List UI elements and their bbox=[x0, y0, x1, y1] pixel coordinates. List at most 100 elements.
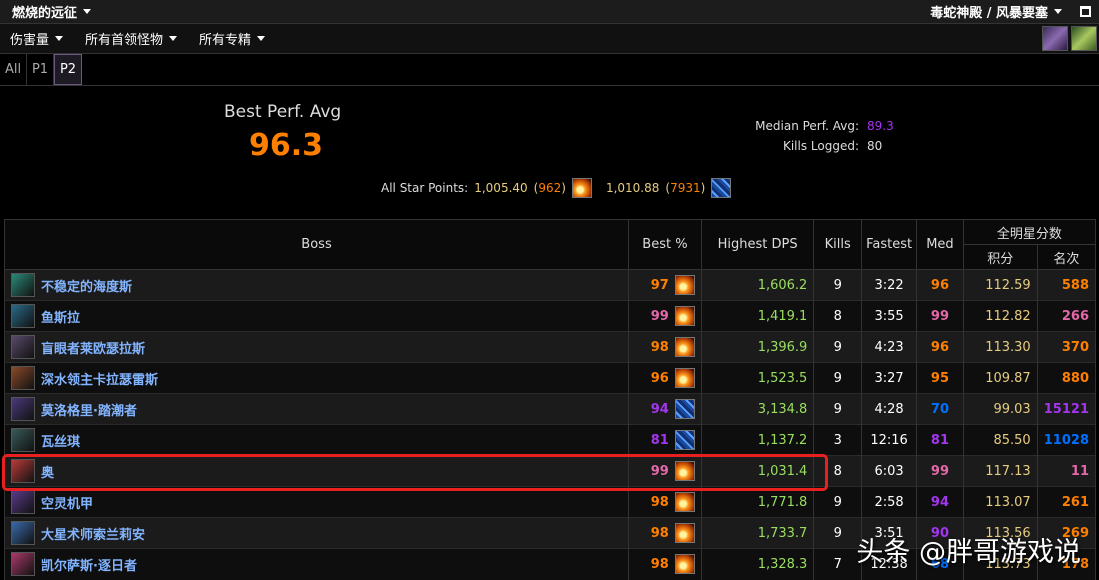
boss-name-link[interactable]: 深水领主卡拉瑟雷斯 bbox=[41, 369, 158, 388]
kills-count: 3 bbox=[813, 424, 863, 456]
allstar-points: 109.87 bbox=[962, 362, 1038, 394]
table-row[interactable]: 不稳定的海度斯 97 1,606.2 9 3:22 96 112.59 588 bbox=[3, 269, 1097, 301]
col-fastest[interactable]: Fastest bbox=[861, 219, 918, 270]
median-percent: 96 bbox=[916, 269, 964, 301]
boss-cell: 不稳定的海度斯 bbox=[3, 269, 630, 301]
median-percent: 94 bbox=[916, 486, 964, 518]
metric-filter[interactable]: 伤害量 bbox=[10, 29, 64, 48]
boss-name-link[interactable]: 大星术师索兰莉安 bbox=[41, 524, 145, 543]
key-icon[interactable] bbox=[1071, 26, 1097, 51]
col-kills[interactable]: Kills bbox=[813, 219, 863, 270]
fire-spec-icon bbox=[674, 368, 695, 388]
best-percent: 98 bbox=[650, 556, 669, 572]
table-row[interactable]: 莫洛格里·踏潮者 94 3,134.8 9 4:28 70 99.03 15121 bbox=[3, 393, 1097, 425]
table-row[interactable]: 空灵机甲 98 1,771.8 9 2:58 94 113.07 261 bbox=[3, 486, 1097, 518]
highest-dps: 1,419.1 bbox=[700, 300, 815, 332]
frost-spec-icon bbox=[674, 399, 695, 419]
table-row[interactable]: 鱼斯拉 99 1,419.1 8 3:55 99 112.82 266 bbox=[3, 300, 1097, 332]
col-rank[interactable]: 名次 bbox=[1036, 244, 1097, 270]
fastest-time: 12:16 bbox=[861, 424, 918, 456]
boss-cell: 大星术师索兰莉安 bbox=[3, 517, 630, 549]
class-icon[interactable] bbox=[1042, 26, 1068, 51]
boss-name-link[interactable]: 不稳定的海度斯 bbox=[41, 276, 132, 295]
kills-count: 9 bbox=[813, 269, 863, 301]
top-bar: 燃烧的远征 毒蛇神殿 / 风暴要塞 bbox=[0, 0, 1099, 24]
best-perf-value: 96.3 bbox=[249, 128, 324, 163]
table-row[interactable]: 瓦丝琪 81 1,137.2 3 12:16 81 85.50 11028 bbox=[3, 424, 1097, 456]
star1-rank: 962 bbox=[538, 181, 562, 195]
allstar-points: 112.59 bbox=[962, 269, 1038, 301]
table-row[interactable]: 深水领主卡拉瑟雷斯 96 1,523.5 9 3:27 95 109.87 880 bbox=[3, 362, 1097, 394]
kills-label: Kills Logged: bbox=[782, 139, 859, 153]
boss-name-link[interactable]: 凯尔萨斯·逐日者 bbox=[41, 555, 137, 574]
raid-selector[interactable]: 毒蛇神殿 / 风暴要塞 bbox=[930, 2, 1062, 21]
highest-dps: 1,328.3 bbox=[700, 548, 815, 580]
fire-spec-icon bbox=[674, 492, 695, 512]
col-allstar: 全明星分数 bbox=[962, 219, 1097, 245]
best-percent: 96 bbox=[650, 370, 669, 386]
kills-value: 80 bbox=[867, 139, 883, 153]
maximize-icon[interactable] bbox=[1080, 6, 1091, 17]
tab-p2[interactable]: P2 bbox=[54, 54, 82, 85]
col-dps[interactable]: Highest DPS bbox=[700, 219, 815, 270]
median-percent: 70 bbox=[916, 393, 964, 425]
fire-spec-icon bbox=[674, 523, 695, 543]
star1-points: 1,005.40 bbox=[474, 181, 528, 195]
highest-dps: 1,606.2 bbox=[700, 269, 815, 301]
allstar-rank: 11028 bbox=[1036, 424, 1097, 456]
all-star-points: All Star Points: 1,005.40 (962) 1,010.88… bbox=[381, 178, 732, 198]
median-value: 89.3 bbox=[867, 119, 894, 133]
median-percent: 81 bbox=[916, 424, 964, 456]
kills-count: 9 bbox=[813, 517, 863, 549]
best-perf-label: Best Perf. Avg bbox=[224, 102, 342, 122]
median-percent: 99 bbox=[916, 300, 964, 332]
fire-spec-icon bbox=[571, 178, 592, 198]
boss-filter-label: 所有首领怪物 bbox=[85, 33, 164, 48]
star-label: All Star Points: bbox=[381, 181, 469, 195]
boss-name-link[interactable]: 莫洛格里·踏潮者 bbox=[41, 400, 137, 419]
fire-spec-icon bbox=[674, 275, 695, 295]
star2-rank-wrap: (7931) bbox=[665, 181, 706, 195]
boss-cell: 深水领主卡拉瑟雷斯 bbox=[3, 362, 630, 394]
highest-dps: 1,396.9 bbox=[700, 331, 815, 363]
fastest-time: 2:58 bbox=[861, 486, 918, 518]
boss-name-link[interactable]: 盲眼者莱欧瑟拉斯 bbox=[41, 338, 145, 357]
table-row[interactable]: 盲眼者莱欧瑟拉斯 98 1,396.9 9 4:23 96 113.30 370 bbox=[3, 331, 1097, 363]
partition-tabs: All P1 P2 bbox=[0, 54, 1099, 86]
highest-dps: 1,137.2 bbox=[700, 424, 815, 456]
chevron-down-icon bbox=[1054, 9, 1062, 14]
col-boss[interactable]: Boss bbox=[3, 219, 630, 270]
allstar-rank: 588 bbox=[1036, 269, 1097, 301]
col-points[interactable]: 积分 bbox=[962, 244, 1038, 270]
boss-name-link[interactable]: 瓦丝琪 bbox=[41, 431, 80, 450]
highlight-box bbox=[2, 454, 828, 491]
median-label: Median Perf. Avg: bbox=[755, 119, 859, 133]
boss-cell: 瓦丝琪 bbox=[3, 424, 630, 456]
fastest-time: 4:23 bbox=[861, 331, 918, 363]
allstar-points: 113.07 bbox=[962, 486, 1038, 518]
boss-filter[interactable]: 所有首领怪物 bbox=[85, 29, 178, 48]
spec-filter[interactable]: 所有专精 bbox=[199, 29, 266, 48]
tab-p1[interactable]: P1 bbox=[27, 54, 54, 85]
col-med[interactable]: Med bbox=[916, 219, 964, 270]
median-percent: 95 bbox=[916, 362, 964, 394]
star1-rank-wrap: (962) bbox=[533, 181, 566, 195]
boss-portrait-icon bbox=[11, 428, 35, 452]
zone-selector[interactable]: 燃烧的远征 bbox=[12, 2, 92, 21]
chevron-down-icon bbox=[169, 36, 178, 41]
kills-count: 9 bbox=[813, 393, 863, 425]
allstar-points: 113.30 bbox=[962, 331, 1038, 363]
fire-spec-icon bbox=[674, 306, 695, 326]
boss-name-link[interactable]: 鱼斯拉 bbox=[41, 307, 80, 326]
boss-name-link[interactable]: 空灵机甲 bbox=[41, 493, 93, 512]
allstar-points: 99.03 bbox=[962, 393, 1038, 425]
class-icons bbox=[1042, 26, 1097, 51]
tab-all[interactable]: All bbox=[0, 54, 27, 85]
star2-rank: 7931 bbox=[670, 181, 701, 195]
best-percent: 98 bbox=[650, 494, 669, 510]
kills-count: 8 bbox=[813, 300, 863, 332]
highest-dps: 1,523.5 bbox=[700, 362, 815, 394]
col-best[interactable]: Best % bbox=[628, 219, 702, 270]
best-percent: 98 bbox=[650, 525, 669, 541]
chevron-down-icon bbox=[55, 36, 64, 41]
